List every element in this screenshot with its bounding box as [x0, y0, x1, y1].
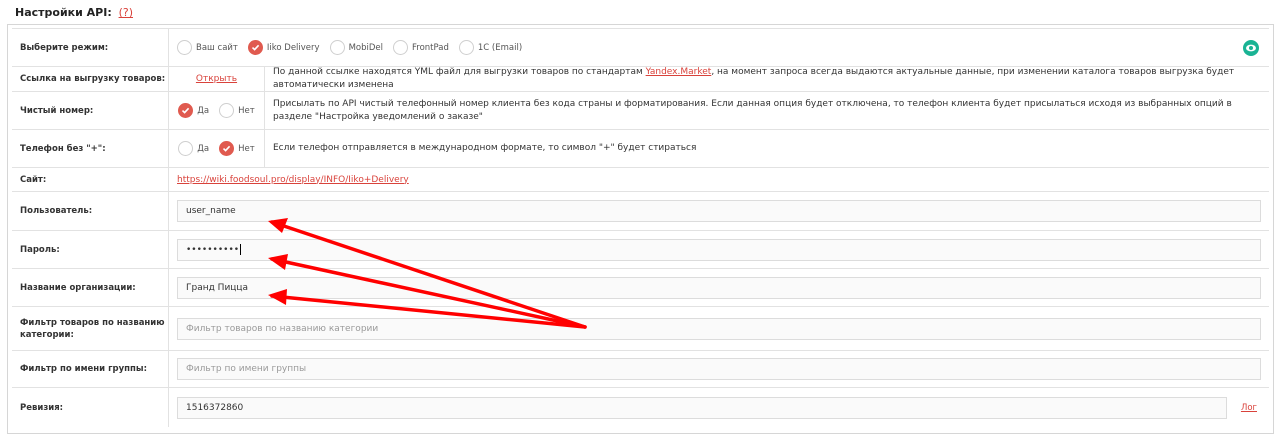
org-input[interactable]: Гранд Пицца [177, 276, 1261, 299]
yandex-market-link[interactable]: Yandex.Market [646, 67, 712, 77]
row-site: Сайт: https://wiki.foodsoul.pro/display/… [12, 168, 1269, 192]
row-password: Пароль: •••••••••• [12, 231, 1269, 269]
row-phone-plus: Телефон без "+": Да Нет Если телефон отп… [12, 130, 1269, 168]
radio-icon [177, 40, 192, 55]
org-cell: Гранд Пицца [169, 269, 1269, 306]
page-title-text: Настройки API: [15, 6, 112, 19]
row-group-filter: Фильтр по имени группы: Фильтр по имени … [12, 351, 1269, 388]
radio-icon [458, 40, 474, 55]
radio-icon [329, 40, 345, 55]
site-label: Сайт: [12, 168, 169, 191]
row-export-link: Ссылка на выгрузку товаров: Открыть По д… [12, 67, 1269, 92]
phone-plus-yes[interactable]: Да [178, 141, 209, 156]
site-cell: https://wiki.foodsoul.pro/display/INFO/I… [169, 168, 1269, 191]
category-filter-input[interactable]: Фильтр товаров по названию категории [177, 317, 1261, 340]
export-link-cell: Открыть [169, 67, 265, 91]
phone-plus-label: Телефон без "+": [12, 130, 169, 167]
row-revision: Ревизия: 1516372860 Лог [12, 388, 1269, 427]
clean-number-desc: Присылать по API чистый телефонный номер… [273, 98, 1232, 122]
mode-option-iiko[interactable]: Iiko Delivery [247, 40, 320, 55]
mode-option-your-site[interactable]: Ваш сайт [177, 40, 238, 55]
phone-plus-options: Да Нет [169, 130, 265, 167]
password-label: Пароль: [12, 231, 169, 268]
settings-table: Выберите режим: Ваш сайт Iiko Delivery M… [12, 28, 1269, 427]
clean-number-options: Да Нет [169, 92, 265, 129]
users-cell: user_name [169, 192, 1269, 230]
site-link[interactable]: https://wiki.foodsoul.pro/display/INFO/I… [177, 175, 409, 185]
yes-label: Да [197, 143, 210, 154]
row-org: Название организации: Гранд Пицца [12, 269, 1269, 307]
group-filter-label: Фильтр по имени группы: [12, 351, 169, 387]
text-caret [240, 244, 242, 255]
row-category-filter: Фильтр товаров по названию категории: Фи… [12, 307, 1269, 351]
radio-checked-icon [247, 40, 263, 55]
phone-plus-no[interactable]: Нет [219, 141, 255, 156]
phone-plus-desc: Если телефон отправляется в международно… [273, 143, 697, 153]
eye-icon[interactable] [1243, 39, 1259, 56]
mode-options: Ваш сайт Iiko Delivery MobiDel FrontPad … [169, 29, 1269, 66]
radio-icon [178, 141, 194, 156]
mode-label: Выберите режим: [12, 29, 169, 66]
password-input[interactable]: •••••••••• [177, 238, 1261, 261]
org-label: Название организации: [12, 269, 169, 306]
radio-checked-icon [178, 103, 194, 118]
mode-option-label: 1С (Email) [477, 42, 523, 53]
group-filter-cell: Фильтр по имени группы [169, 351, 1269, 387]
clean-number-no[interactable]: Нет [219, 103, 255, 118]
mode-option-1c[interactable]: 1С (Email) [458, 40, 523, 55]
category-filter-cell: Фильтр товаров по названию категории [169, 307, 1269, 350]
radio-icon [393, 40, 409, 55]
export-link-desc: По данной ссылке находятся YML файл для … [265, 67, 1269, 91]
password-cell: •••••••••• [169, 231, 1269, 268]
mode-option-label: FrontPad [412, 42, 449, 53]
users-input[interactable]: user_name [177, 200, 1261, 222]
mode-option-mobidel[interactable]: MobiDel [329, 40, 384, 55]
group-filter-input[interactable]: Фильтр по имени группы [177, 358, 1261, 380]
row-clean-number: Чистый номер: Да Нет Присылать по API чи… [12, 92, 1269, 130]
open-export-link[interactable]: Открыть [196, 74, 237, 84]
page-title: Настройки API: (?) [15, 6, 133, 19]
revision-cell: 1516372860 Лог [169, 388, 1269, 427]
users-label: Пользователь: [12, 192, 169, 230]
category-filter-label: Фильтр товаров по названию категории: [12, 307, 169, 350]
no-label: Нет [238, 105, 255, 116]
revision-label: Ревизия: [12, 388, 169, 427]
row-users: Пользователь: user_name [12, 192, 1269, 231]
mode-option-label: MobiDel [348, 42, 384, 53]
log-link[interactable]: Лог [1241, 403, 1257, 413]
row-mode: Выберите режим: Ваш сайт Iiko Delivery M… [12, 29, 1269, 67]
mode-option-label: Iiko Delivery [266, 42, 320, 53]
export-link-label: Ссылка на выгрузку товаров: [12, 67, 169, 91]
revision-input[interactable]: 1516372860 [177, 396, 1227, 419]
radio-icon [219, 103, 235, 118]
mode-option-frontpad[interactable]: FrontPad [393, 40, 449, 55]
no-label: Нет [238, 143, 255, 154]
password-value: •••••••••• [186, 244, 240, 255]
clean-number-yes[interactable]: Да [178, 103, 209, 118]
radio-checked-icon [219, 141, 235, 156]
mode-option-label: Ваш сайт [196, 42, 238, 53]
help-link[interactable]: (?) [119, 6, 133, 19]
clean-number-label: Чистый номер: [12, 92, 169, 129]
api-settings-panel: Выберите режим: Ваш сайт Iiko Delivery M… [7, 24, 1274, 434]
export-desc-text: По данной ссылке находятся YML файл для … [273, 67, 646, 77]
yes-label: Да [197, 105, 210, 116]
